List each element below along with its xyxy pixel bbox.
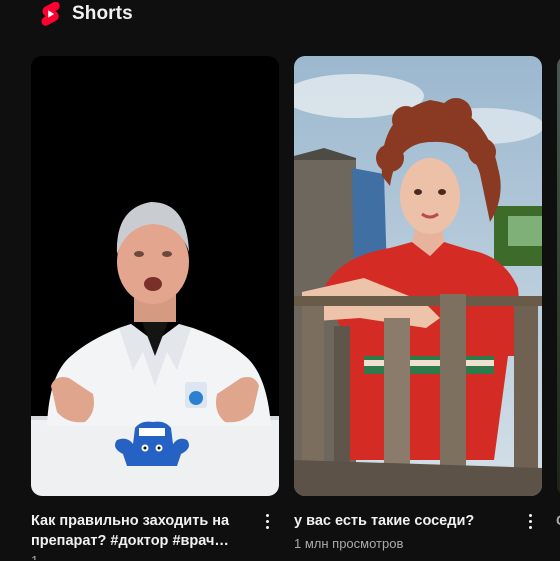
shorts-shelf: Shorts Как правильно заходить на препара… <box>0 0 560 561</box>
short-card-doctor[interactable]: Как правильно заходить на препарат? #док… <box>31 56 279 560</box>
short-thumbnail[interactable] <box>31 56 279 496</box>
next-short-title[interactable]: С <box>556 512 560 526</box>
short-card-neighbors[interactable]: у вас есть такие соседи? 1 млн просмотро… <box>294 56 542 553</box>
video-views: 1 млн просмотров <box>294 536 404 551</box>
thumbnail-image <box>294 56 542 496</box>
video-views: 1 <box>31 554 249 560</box>
short-meta: Как правильно заходить на препарат? #док… <box>31 511 279 560</box>
more-vertical-icon[interactable] <box>520 509 540 533</box>
shelf-header: Shorts <box>40 0 133 28</box>
short-meta: у вас есть такие соседи? 1 млн просмотро… <box>294 511 542 553</box>
video-title[interactable]: Как правильно заходить на препарат? #док… <box>31 511 249 551</box>
video-title[interactable]: у вас есть такие соседи? <box>294 511 512 531</box>
section-title: Shorts <box>72 3 133 24</box>
short-thumbnail[interactable] <box>294 56 542 496</box>
youtube-shorts-icon <box>41 2 60 26</box>
more-vertical-icon[interactable] <box>257 509 277 533</box>
thumbnail-image <box>31 56 279 496</box>
